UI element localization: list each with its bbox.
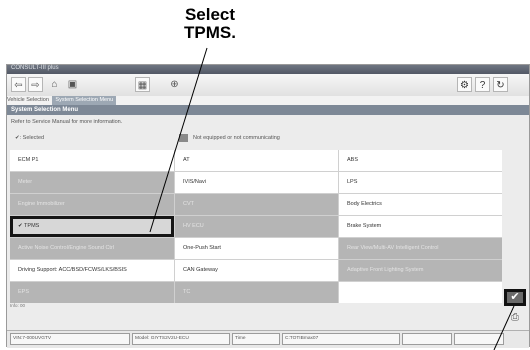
- system-can-gateway[interactable]: CAN Gateway: [175, 260, 338, 281]
- system-grid: ECM P1 AT ABS Meter IVIS/Navi LPS Engine…: [10, 150, 502, 303]
- app-window: CONSULT-III plus ⇦ ⇨ ⌂ ▣ ▦ ⊕ ⚙ ? ↻ Vehic…: [6, 64, 530, 348]
- callout-line-2: TPMS.: [184, 23, 236, 42]
- help-icon[interactable]: ?: [475, 77, 490, 92]
- system-at[interactable]: AT: [175, 150, 338, 171]
- grid-footer: Info: 00: [10, 303, 26, 308]
- status-blank-1: [402, 333, 452, 345]
- system-brake[interactable]: Brake System: [339, 216, 502, 237]
- system-lps[interactable]: LPS: [339, 172, 502, 193]
- checkmark-icon: ✔: [510, 291, 520, 303]
- breadcrumb-prev[interactable]: Vehicle Selection: [7, 96, 49, 105]
- callout-text: Select TPMS.: [150, 6, 270, 42]
- home-icon[interactable]: ⌂: [47, 77, 62, 92]
- status-model: Model: GIYTS2V2U-ECU: [132, 333, 230, 345]
- panel-header: System Selection Menu: [7, 105, 529, 115]
- toolbar: ⇦ ⇨ ⌂ ▣ ▦ ⊕ ⚙ ? ↻: [7, 74, 529, 97]
- print-icon: ⎙: [511, 312, 519, 323]
- status-extra: C:TOTIBmax07: [282, 333, 400, 345]
- manual-note: Refer to Service Manual for more informa…: [11, 119, 123, 125]
- system-abs[interactable]: ABS: [339, 150, 502, 171]
- system-ecm[interactable]: ECM P1: [10, 150, 174, 171]
- status-vin: VIN:7-000UVGTV: [10, 333, 130, 345]
- system-tpms[interactable]: ✔ TPMS: [10, 216, 174, 237]
- system-body-electrics[interactable]: Body Electrics: [339, 194, 502, 215]
- breadcrumb: Vehicle Selection System Selection Menu: [7, 96, 529, 105]
- system-eps: EPS: [10, 282, 174, 303]
- legend-unequipped: Not equipped or not communicating: [193, 135, 280, 141]
- back-icon[interactable]: ⇦: [11, 77, 26, 92]
- capture-icon[interactable]: ▦: [135, 77, 150, 92]
- system-adaptive-lighting: Adaptive Front Lighting System: [339, 260, 502, 281]
- system-meter: Meter: [10, 172, 174, 193]
- screen-icon[interactable]: ▣: [65, 77, 80, 92]
- zoom-icon[interactable]: ⊕: [167, 77, 182, 92]
- system-one-push-start[interactable]: One-Push Start: [175, 238, 338, 259]
- status-bar: VIN:7-000UVGTV Model: GIYTS2V2U-ECU Time…: [7, 330, 529, 348]
- callout-line-1: Select: [184, 5, 236, 24]
- status-engine: Time: [232, 333, 280, 345]
- settings-icon[interactable]: ⚙: [457, 77, 472, 92]
- system-immobilizer: Engine Immobilizer: [10, 194, 174, 215]
- print-button[interactable]: ⎙: [504, 309, 526, 326]
- refresh-icon[interactable]: ↻: [493, 77, 508, 92]
- system-rear-view: Rear View/Multi-AV Intelligent Control: [339, 238, 502, 259]
- status-blank-2: [454, 333, 504, 345]
- legend-selected: ✔: Selected: [15, 135, 45, 141]
- system-cvt: CVT: [175, 194, 338, 215]
- system-ivis[interactable]: IVIS/Navi: [175, 172, 338, 193]
- forward-icon[interactable]: ⇨: [28, 77, 43, 92]
- legend-swatch: [179, 134, 188, 142]
- title-bar: CONSULT-III plus: [7, 65, 529, 74]
- system-driving-support[interactable]: Driving Support: ACC/BSD/FCWS/LKS/BSIS: [10, 260, 174, 281]
- system-tc: TC: [175, 282, 338, 303]
- confirm-button[interactable]: ✔: [504, 289, 526, 306]
- system-active-noise: Active Noise Control/Engine Sound Ctrl: [10, 238, 174, 259]
- system-empty: [339, 282, 502, 303]
- window-title: CONSULT-III plus: [11, 65, 59, 71]
- system-hv-ecu: HV ECU: [175, 216, 338, 237]
- breadcrumb-current: System Selection Menu: [52, 96, 117, 105]
